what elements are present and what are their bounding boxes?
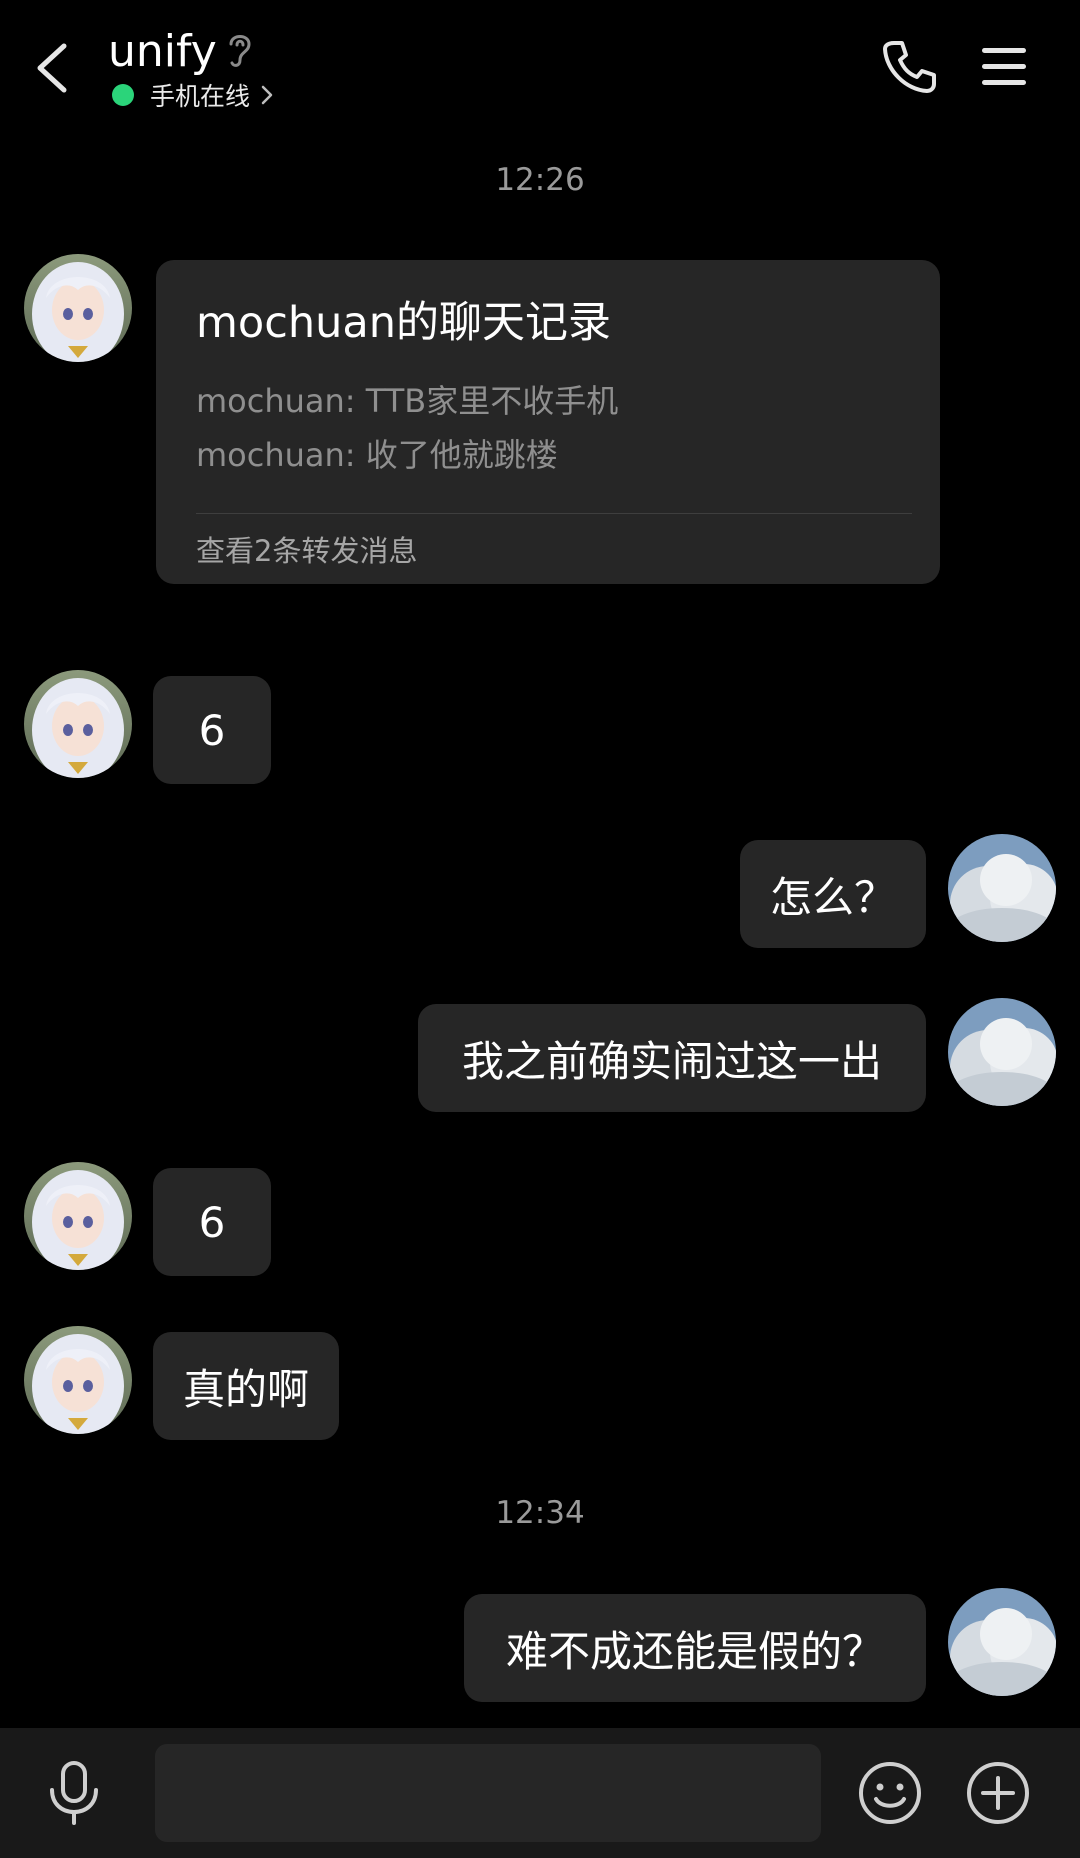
forwarded-chat-card[interactable]: mochuan的聊天记录 mochuan: TTB家里不收手机 mochuan:… <box>156 260 940 584</box>
my-avatar[interactable] <box>948 1588 1056 1696</box>
my-avatar[interactable] <box>948 834 1056 942</box>
chat-header: unify 手机在线 <box>0 0 1080 150</box>
contact-avatar[interactable] <box>24 1326 132 1434</box>
timestamp: 12:26 <box>495 162 585 198</box>
message-bubble[interactable]: 难不成还能是假的？ <box>464 1594 926 1702</box>
chat-title[interactable]: unify <box>108 26 217 78</box>
call-button[interactable] <box>880 38 938 96</box>
plus-icon <box>967 1762 1029 1824</box>
back-arrow-icon <box>37 43 67 93</box>
back-button[interactable] <box>28 38 78 98</box>
online-status-label: 手机在线 <box>150 82 251 111</box>
forwarded-line: mochuan: 收了他就跳楼 <box>196 436 558 474</box>
message-bubble[interactable]: 真的啊 <box>153 1332 339 1440</box>
online-status[interactable]: 手机在线 <box>112 78 274 112</box>
ear-icon <box>226 30 254 70</box>
my-avatar[interactable] <box>948 998 1056 1106</box>
online-dot-icon <box>112 84 134 106</box>
menu-button[interactable] <box>980 44 1028 90</box>
forwarded-title: mochuan的聊天记录 <box>196 298 611 348</box>
message-bubble[interactable]: 6 <box>153 1168 271 1276</box>
forwarded-line: mochuan: TTB家里不收手机 <box>196 382 619 420</box>
contact-avatar[interactable] <box>24 254 132 362</box>
input-bar <box>0 1728 1080 1858</box>
timestamp: 12:34 <box>495 1495 585 1531</box>
view-forwarded-link[interactable]: 查看2条转发消息 <box>196 528 417 570</box>
message-bubble[interactable]: 怎么？ <box>740 840 926 948</box>
divider <box>196 513 912 514</box>
chevron-right-icon <box>261 85 273 105</box>
emoji-icon <box>859 1762 921 1824</box>
microphone-icon <box>50 1761 98 1825</box>
contact-avatar[interactable] <box>24 670 132 778</box>
more-button[interactable] <box>965 1760 1031 1826</box>
emoji-button[interactable] <box>857 1760 923 1826</box>
voice-button[interactable] <box>44 1760 104 1826</box>
message-bubble[interactable]: 我之前确实闹过这一出 <box>418 1004 926 1112</box>
message-input[interactable] <box>155 1744 821 1842</box>
menu-icon <box>982 48 1026 85</box>
message-bubble[interactable]: 6 <box>153 676 271 784</box>
contact-avatar[interactable] <box>24 1162 132 1270</box>
phone-icon <box>883 41 936 93</box>
